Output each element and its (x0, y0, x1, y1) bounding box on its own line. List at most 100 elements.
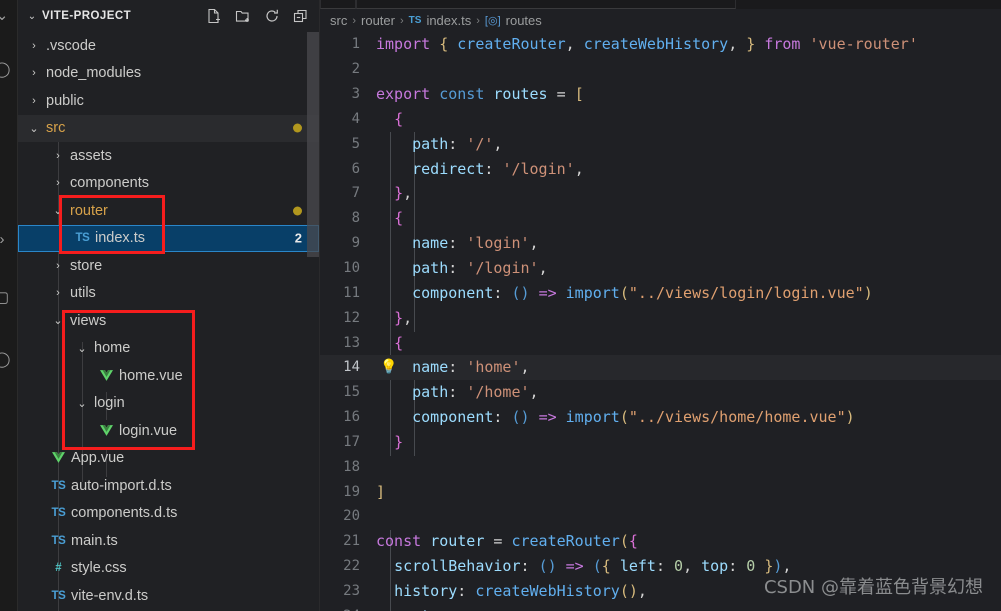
square-icon[interactable]: ▢ (0, 288, 12, 308)
modified-indicator-dot (293, 206, 302, 216)
code-editor[interactable]: 1 import { createRouter, createWebHistory… (320, 32, 1001, 611)
code-line-20[interactable]: 20 (320, 504, 1001, 529)
code-line-16[interactable]: 16 component: () => import("../views/hom… (320, 405, 1001, 430)
collapse-all-icon[interactable] (293, 8, 309, 24)
refresh-icon[interactable] (264, 8, 280, 24)
tree-folder-views[interactable]: ⌄ views (18, 307, 319, 335)
chevron-right-icon[interactable]: › (50, 150, 66, 162)
chevron-right-icon[interactable]: › (50, 287, 66, 299)
chevron-down-icon[interactable]: ⌄ (50, 204, 66, 217)
line-number: 5 (351, 135, 360, 152)
typescript-file-icon: TS (408, 15, 422, 26)
circle-icon[interactable]: ◯ (0, 350, 12, 370)
chevron-down-icon[interactable]: ⌄ (74, 342, 90, 355)
vscode-window: ⌄ ◯ › ▢ ◯ ⌄ VITE-PROJECT › .vscode › nod… (0, 0, 1001, 611)
line-number: 12 (343, 309, 360, 326)
tree-folder-assets[interactable]: › assets (18, 142, 319, 170)
code-line-11[interactable]: 11 component: () => import("../views/log… (320, 280, 1001, 305)
chevron-down-icon[interactable]: ⌄ (50, 314, 66, 327)
tree-file-index-ts[interactable]: TS index.ts 2 (18, 224, 319, 252)
chevron-right-icon[interactable]: › (26, 67, 42, 79)
code-line-14[interactable]: 14 name: 'home', 💡 (320, 354, 1001, 380)
tree-folder-store[interactable]: › store (18, 252, 319, 280)
breadcrumb-item-src[interactable]: src (330, 13, 347, 28)
code-line-7[interactable]: 7 }, (320, 181, 1001, 206)
breadcrumb[interactable]: src › router › TS index.ts › [◎] routes (320, 9, 1001, 32)
chevron-down-icon[interactable]: ⌄ (24, 11, 40, 22)
tree-file-home-vue[interactable]: home.vue (18, 362, 319, 390)
sidebar-scrollbar[interactable] (307, 32, 319, 257)
explorer-toolbar (206, 0, 309, 32)
chevron-icon[interactable]: ⌄ (0, 6, 12, 26)
editor-area: src › router › TS index.ts › [◎] routes … (320, 0, 1001, 611)
tree-file-main-ts[interactable]: TS main.ts (18, 527, 319, 555)
code-line-10[interactable]: 10 path: '/login', (320, 256, 1001, 281)
tree-item-label: App.vue (71, 450, 125, 467)
line-number: 15 (343, 384, 360, 401)
chevron-right-icon[interactable]: › (50, 260, 66, 272)
tree-folder--vscode[interactable]: › .vscode (18, 32, 319, 60)
chevron-right-icon[interactable]: › (26, 95, 42, 107)
code-line-21[interactable]: 21 const router = createRouter({ (320, 529, 1001, 554)
tree-file-auto-import-d-ts[interactable]: TS auto-import.d.ts (18, 472, 319, 500)
breadcrumb-item-routes[interactable]: routes (506, 13, 542, 28)
tree-file-login-vue[interactable]: login.vue (18, 417, 319, 445)
vue-file-icon (50, 452, 67, 464)
code-line-2[interactable]: 2 (320, 57, 1001, 82)
tree-file-app-vue[interactable]: App.vue (18, 445, 319, 473)
tree-folder-home[interactable]: ⌄ home (18, 335, 319, 363)
tab-segment[interactable] (320, 0, 356, 9)
new-file-icon[interactable] (206, 8, 222, 24)
code-line-8[interactable]: 8 { (320, 206, 1001, 231)
chevron-down-icon[interactable]: ⌄ (26, 122, 42, 135)
tree-item-label: node_modules (46, 65, 142, 82)
code-line-6[interactable]: 6 redirect: '/login', (320, 156, 1001, 181)
code-line-4[interactable]: 4 { (320, 107, 1001, 132)
tree-folder-public[interactable]: › public (18, 87, 319, 115)
new-folder-icon[interactable] (235, 8, 251, 24)
chevron-down-icon[interactable]: ⌄ (74, 397, 90, 410)
code-text: name: 'home', (412, 358, 530, 377)
tree-file-vite-env-d-ts[interactable]: TS vite-env.d.ts (18, 582, 319, 610)
tree-item-label: main.ts (71, 532, 118, 549)
line-number: 23 (343, 582, 360, 599)
tree-file-components-d-ts[interactable]: TS components.d.ts (18, 500, 319, 528)
circle-icon[interactable]: ◯ (0, 60, 12, 80)
code-line-9[interactable]: 9 name: 'login', (320, 231, 1001, 256)
code-line-17[interactable]: 17 } (320, 430, 1001, 455)
tree-item-label: store (70, 257, 103, 274)
line-number: 13 (343, 334, 360, 351)
chevron-right-icon[interactable]: › (50, 177, 66, 189)
code-line-1[interactable]: 1 import { createRouter, createWebHistory… (320, 32, 1001, 57)
line-number: 10 (343, 260, 360, 277)
code-text: { (394, 109, 404, 128)
tree-folder-utils[interactable]: › utils (18, 280, 319, 308)
code-line-5[interactable]: 5 path: '/', (320, 131, 1001, 156)
tree-item-label: assets (70, 147, 112, 164)
chevron-right-icon[interactable]: › (26, 40, 42, 52)
tree-item-label: style.css (71, 560, 127, 577)
code-line-18[interactable]: 18 (320, 454, 1001, 479)
code-line-12[interactable]: 12 }, (320, 305, 1001, 330)
tree-folder-components[interactable]: › components (18, 170, 319, 198)
code-line-24[interactable]: 24 routes, (320, 603, 1001, 611)
code-line-3[interactable]: 3 export const routes = [ (320, 82, 1001, 107)
line-number: 21 (343, 533, 360, 550)
tree-folder-node-modules[interactable]: › node_modules (18, 60, 319, 88)
breadcrumb-item-router[interactable]: router (361, 13, 395, 28)
tree-folder-login[interactable]: ⌄ login (18, 390, 319, 418)
tree-folder-router[interactable]: ⌄ router (18, 197, 319, 225)
code-line-19[interactable]: 19] (320, 479, 1001, 504)
tree-folder-src[interactable]: ⌄ src (18, 114, 319, 142)
breadcrumb-item-index[interactable]: index.ts (426, 13, 471, 28)
explorer-header[interactable]: ⌄ VITE-PROJECT (18, 0, 319, 32)
tree-file-style-css[interactable]: # style.css (18, 555, 319, 583)
code-line-15[interactable]: 15 path: '/home', (320, 380, 1001, 405)
chevron-right-icon[interactable]: › (0, 230, 12, 250)
lightbulb-quickfix-icon[interactable]: 💡 (380, 360, 397, 374)
code-line-13[interactable]: 13 { (320, 330, 1001, 355)
tree-item-label: utils (70, 285, 96, 302)
tab-segment[interactable] (356, 0, 736, 9)
code-text: import { createRouter, createWebHistory,… (376, 35, 918, 54)
activity-bar: ⌄ ◯ › ▢ ◯ (0, 0, 18, 611)
